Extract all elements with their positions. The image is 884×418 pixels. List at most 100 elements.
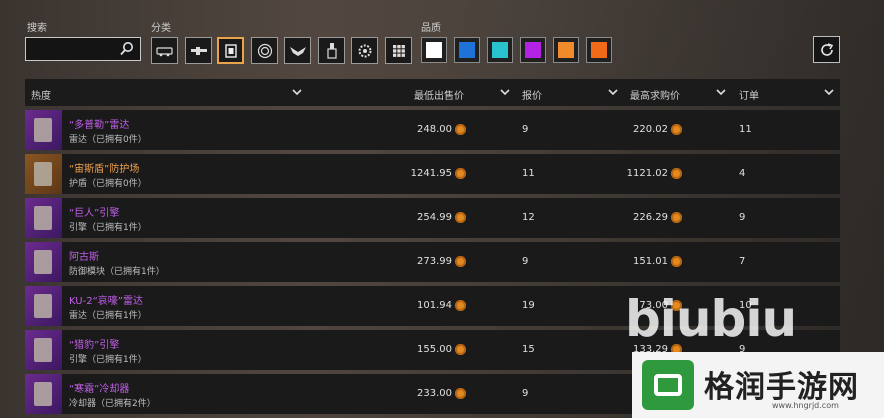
item-name: “猎豹”引擎 [69,340,120,351]
min-price: 101.94 [417,300,452,311]
chevron-down-icon[interactable] [291,86,303,98]
min-price: 155.00 [417,344,452,355]
coin-icon [455,344,466,355]
offer-count: 9 [522,388,529,399]
coin-icon [455,212,466,223]
quality-white-swatch [426,42,442,58]
category-grid-button[interactable] [385,37,412,64]
coin-icon [455,300,466,311]
item-name: KU-2“哀嚎”雷达 [69,296,143,307]
chevron-down-icon[interactable] [715,86,727,98]
offer-count: 19 [522,300,535,311]
header-offers[interactable]: 报价 [522,87,542,102]
item-type: 引擎（已拥有1件） [69,223,147,233]
wing-icon [289,46,306,56]
quality-blue-button[interactable] [454,37,480,63]
chevron-down-icon[interactable] [499,86,511,98]
quality-purple-button[interactable] [520,37,546,63]
item-type: 引擎（已拥有1件） [69,355,147,365]
site-name: 格润手游网 [704,370,859,405]
site-url: www.hngrjd.com [772,401,839,410]
item-name: “多普勒”雷达 [69,120,130,131]
category-vehicle-button[interactable] [151,37,178,64]
header-hot[interactable]: 热度 [31,87,51,102]
site-logo-icon [642,360,694,410]
order-count: 7 [739,256,746,267]
min-price: 248.00 [417,124,452,135]
max-buy-price: 1121.02 [626,168,668,179]
category-wheel-button[interactable] [251,37,278,64]
offer-count: 12 [522,212,535,223]
item-thumbnail [25,198,62,238]
max-buy-price: 226.29 [633,212,668,223]
item-type: 雷达（已拥有0件） [69,135,147,145]
min-price: 254.99 [417,212,452,223]
item-type: 护盾（已拥有0件） [69,179,147,189]
refresh-button[interactable] [813,36,840,63]
item-thumbnail [25,286,62,326]
table-row[interactable]: “宙斯盾”防护场 护盾（已拥有0件） 1241.95 11 1121.02 4 [25,154,840,194]
search-label: 搜索 [27,23,47,34]
item-name: “寒霜”冷却器 [69,384,130,395]
quality-orange-button[interactable] [553,37,579,63]
min-price: 1241.95 [410,168,452,179]
chevron-down-icon[interactable] [607,86,619,98]
item-name: 阿古斯 [69,252,99,263]
quality-purple-swatch [525,42,541,58]
table-row[interactable]: 阿古斯 防御模块（已拥有1件） 273.99 9 151.01 7 [25,242,840,282]
chevron-down-icon[interactable] [823,86,835,98]
category-wing-button[interactable] [284,37,311,64]
quality-label: 品质 [421,23,441,34]
gun-icon [190,46,207,55]
item-thumbnail [25,330,62,370]
category-tool-button[interactable] [318,37,345,64]
header-orders[interactable]: 订单 [739,87,759,102]
order-count: 9 [739,212,746,223]
category-gear-button[interactable] [351,37,378,64]
item-name: “巨人”引擎 [69,208,120,219]
item-thumbnail [25,242,62,282]
table-row[interactable]: “多普勒”雷达 雷达（已拥有0件） 248.00 9 220.02 11 [25,110,840,150]
max-buy-price: 151.01 [633,256,668,267]
item-thumbnail [25,110,62,150]
watermark-biubiu: biubiu [625,290,797,348]
search-icon[interactable] [119,41,135,57]
coin-icon [455,256,466,267]
quality-red-orange-button[interactable] [586,37,612,63]
order-count: 11 [739,124,752,135]
category-label: 分类 [151,23,171,34]
search-input[interactable] [25,37,141,61]
category-armor-button[interactable] [217,37,244,64]
vehicle-icon [156,46,173,56]
refresh-icon [820,42,833,56]
coin-icon [671,168,682,179]
item-type: 雷达（已拥有1件） [69,311,147,321]
quality-white-button[interactable] [421,37,447,63]
item-type: 防御模块（已拥有1件） [69,267,165,277]
coin-icon [455,124,466,135]
order-count: 4 [739,168,746,179]
table-row[interactable]: “巨人”引擎引擎（已拥有1件） 254.99 12 226.29 9 [25,198,840,238]
coin-icon [455,168,466,179]
quality-cyan-swatch [492,42,508,58]
table-header: 热度 最低出售价 报价 最高求购价 订单 [25,79,840,106]
item-thumbnail [25,374,62,414]
coin-icon [671,256,682,267]
offer-count: 9 [522,124,529,135]
min-price: 273.99 [417,256,452,267]
armor-icon [224,43,237,58]
coin-icon [671,124,682,135]
coin-icon [455,388,466,399]
item-name: “宙斯盾”防护场 [69,164,140,175]
category-gun-button[interactable] [185,37,212,64]
header-max-buy[interactable]: 最高求购价 [630,87,680,102]
quality-red-orange-swatch [591,42,607,58]
min-price: 233.00 [417,388,452,399]
offer-count: 15 [522,344,535,355]
tool-icon [326,43,337,59]
item-thumbnail [25,154,62,194]
header-min-price[interactable]: 最低出售价 [414,87,464,102]
quality-orange-swatch [558,42,574,58]
quality-cyan-button[interactable] [487,37,513,63]
coin-icon [671,212,682,223]
